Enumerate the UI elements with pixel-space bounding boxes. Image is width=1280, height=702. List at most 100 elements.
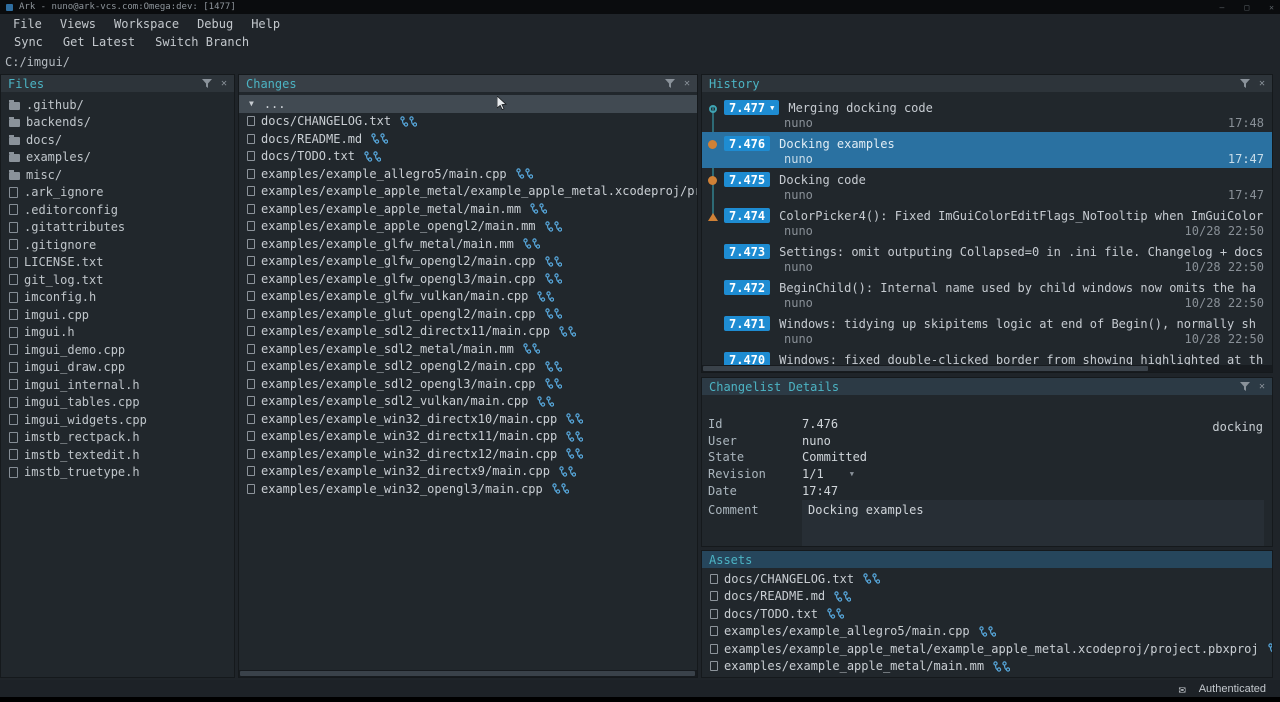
- file-tree-item[interactable]: imconfig.h: [1, 289, 234, 307]
- chevron-down-icon[interactable]: ▼: [850, 470, 854, 478]
- changed-file-row[interactable]: examples/example_win32_directx10/main.cp…: [239, 410, 697, 428]
- filter-icon[interactable]: [202, 79, 212, 88]
- file-tree-item[interactable]: imstb_rectpack.h: [1, 429, 234, 447]
- changed-file-row[interactable]: examples/example_allegro5/main.cpp: [239, 165, 697, 183]
- menu-item[interactable]: Workspace: [105, 17, 188, 31]
- changed-file-row[interactable]: examples/example_win32_opengl3/main.cpp: [239, 480, 697, 498]
- filter-icon[interactable]: [665, 79, 675, 88]
- changed-file-row[interactable]: examples/example_glfw_opengl2/main.cpp: [239, 253, 697, 271]
- file-tree-item[interactable]: backends/: [1, 114, 234, 132]
- asset-file-row[interactable]: examples/example_apple_metal/example_app…: [702, 640, 1272, 658]
- commit-row[interactable]: 7.477 ▼ Merging docking code nuno 17:48: [702, 96, 1272, 132]
- changed-file-row[interactable]: examples/example_sdl2_vulkan/main.cpp: [239, 393, 697, 411]
- file-name: docs/: [26, 133, 62, 147]
- close-icon[interactable]: ✕: [1259, 79, 1265, 89]
- app-icon: [6, 4, 13, 11]
- changed-file-row[interactable]: examples/example_apple_opengl2/main.mm: [239, 218, 697, 236]
- changed-file-row[interactable]: docs/README.md: [239, 130, 697, 148]
- chevron-down-icon[interactable]: ▼: [249, 99, 254, 108]
- changed-file-row[interactable]: examples/example_sdl2_opengl3/main.cpp: [239, 375, 697, 393]
- revision-badge[interactable]: 7.477 ▼: [724, 100, 779, 115]
- minimize-icon[interactable]: —: [1220, 3, 1225, 12]
- revision-badge[interactable]: 7.474 ▼: [724, 208, 770, 223]
- file-tree-item[interactable]: LICENSE.txt: [1, 254, 234, 272]
- changed-file-row[interactable]: examples/example_sdl2_metal/main.mm: [239, 340, 697, 358]
- envelope-icon[interactable]: ✉: [1178, 682, 1185, 696]
- toolbar-button[interactable]: Switch Branch: [145, 35, 259, 49]
- close-icon[interactable]: ✕: [684, 79, 690, 89]
- asset-file-row[interactable]: docs/TODO.txt: [702, 605, 1272, 623]
- toolbar-button[interactable]: Sync: [4, 35, 53, 49]
- revision-badge[interactable]: 7.470 ▼: [724, 352, 770, 365]
- changed-file-row[interactable]: examples/example_win32_directx9/main.cpp: [239, 463, 697, 481]
- menu-item[interactable]: Help: [242, 17, 289, 31]
- menu-item[interactable]: Views: [51, 17, 105, 31]
- chevron-down-icon[interactable]: ▼: [770, 104, 774, 112]
- file-tree-item[interactable]: imgui.h: [1, 324, 234, 342]
- file-tree-item[interactable]: misc/: [1, 166, 234, 184]
- filter-icon[interactable]: [1240, 79, 1250, 88]
- maximize-icon[interactable]: □: [1244, 3, 1249, 12]
- asset-file-row[interactable]: examples/example_allegro5/main.cpp: [702, 623, 1272, 641]
- asset-file-row[interactable]: docs/CHANGELOG.txt: [702, 570, 1272, 588]
- asset-file-row[interactable]: examples/example_apple_metal/main.mm: [702, 658, 1272, 676]
- commit-row[interactable]: 7.472 ▼ BeginChild(): Internal name used…: [702, 276, 1272, 312]
- horizontal-scrollbar[interactable]: [239, 670, 697, 677]
- asset-file-row[interactable]: docs/README.md: [702, 588, 1272, 606]
- branch-status-icon: [545, 378, 562, 389]
- changed-file-row[interactable]: examples/example_apple_metal/main.mm: [239, 200, 697, 218]
- toolbar-button[interactable]: Get Latest: [53, 35, 145, 49]
- changed-file-row[interactable]: examples/example_glfw_opengl3/main.cpp: [239, 270, 697, 288]
- file-tree-item[interactable]: examples/: [1, 149, 234, 167]
- close-icon[interactable]: ✕: [221, 79, 227, 89]
- commit-row[interactable]: 7.474 ▼ ColorPicker4(): Fixed ImGuiColor…: [702, 204, 1272, 240]
- comment-field[interactable]: Docking examples: [802, 500, 1264, 546]
- commit-row[interactable]: 7.476 ▼ Docking examples nuno 17:47: [702, 132, 1272, 168]
- scrollbar-thumb[interactable]: [240, 671, 695, 676]
- changed-file-row[interactable]: docs/TODO.txt: [239, 148, 697, 166]
- file-tree-item[interactable]: .gitattributes: [1, 219, 234, 237]
- file-tree-item[interactable]: imstb_textedit.h: [1, 446, 234, 464]
- filter-icon[interactable]: [1240, 382, 1250, 391]
- file-tree-item[interactable]: .ark_ignore: [1, 184, 234, 202]
- changed-file-row[interactable]: examples/example_glfw_metal/main.mm: [239, 235, 697, 253]
- file-tree-item[interactable]: .editorconfig: [1, 201, 234, 219]
- file-tree-item[interactable]: imgui_demo.cpp: [1, 341, 234, 359]
- changed-file-row[interactable]: examples/example_sdl2_directx11/main.cpp: [239, 323, 697, 341]
- assets-panel-header[interactable]: Assets: [702, 551, 1272, 568]
- file-tree-item[interactable]: imgui_internal.h: [1, 376, 234, 394]
- file-tree-item[interactable]: .github/: [1, 96, 234, 114]
- horizontal-scrollbar[interactable]: [702, 365, 1272, 372]
- changed-file-row[interactable]: docs/CHANGELOG.txt: [239, 113, 697, 131]
- menu-item[interactable]: File: [4, 17, 51, 31]
- file-tree-item[interactable]: imstb_truetype.h: [1, 464, 234, 482]
- close-icon[interactable]: ✕: [1259, 382, 1265, 392]
- revision-badge[interactable]: 7.472 ▼: [724, 280, 770, 295]
- changed-file-row[interactable]: examples/example_win32_directx12/main.cp…: [239, 445, 697, 463]
- changed-file-row[interactable]: examples/example_sdl2_opengl2/main.cpp: [239, 358, 697, 376]
- file-tree-item[interactable]: docs/: [1, 131, 234, 149]
- file-tree-item[interactable]: imgui_draw.cpp: [1, 359, 234, 377]
- changed-file-row[interactable]: examples/example_apple_metal/example_app…: [239, 183, 697, 201]
- file-tree-item[interactable]: imgui.cpp: [1, 306, 234, 324]
- file-tree-item[interactable]: imgui_widgets.cpp: [1, 411, 234, 429]
- file-tree-item[interactable]: .gitignore: [1, 236, 234, 254]
- changed-file-row[interactable]: examples/example_glut_opengl2/main.cpp: [239, 305, 697, 323]
- commit-row[interactable]: 7.471 ▼ Windows: tidying up skipitems lo…: [702, 312, 1272, 348]
- revision-badge[interactable]: 7.476 ▼: [724, 136, 770, 151]
- menu-item[interactable]: Debug: [188, 17, 242, 31]
- file-tree-item[interactable]: imgui_tables.cpp: [1, 394, 234, 412]
- scrollbar-thumb[interactable]: [703, 366, 1148, 371]
- revision-badge[interactable]: 7.475 ▼: [724, 172, 770, 187]
- commit-row[interactable]: 7.475 ▼ Docking code nuno 17:47: [702, 168, 1272, 204]
- changes-root-row[interactable]: ▼ ...: [239, 95, 697, 113]
- asset-file-row[interactable]: examples/example_apple_opengl2/main.mm: [702, 675, 1272, 677]
- revision-badge[interactable]: 7.471 ▼: [724, 316, 770, 331]
- revision-badge[interactable]: 7.473 ▼: [724, 244, 770, 259]
- file-tree-item[interactable]: git_log.txt: [1, 271, 234, 289]
- commit-row[interactable]: 7.470 ▼ Windows: fixed double-clicked bo…: [702, 348, 1272, 365]
- changed-file-row[interactable]: examples/example_glfw_vulkan/main.cpp: [239, 288, 697, 306]
- close-icon[interactable]: ✕: [1269, 3, 1274, 12]
- commit-row[interactable]: 7.473 ▼ Settings: omit outputing Collaps…: [702, 240, 1272, 276]
- changed-file-row[interactable]: examples/example_win32_directx11/main.cp…: [239, 428, 697, 446]
